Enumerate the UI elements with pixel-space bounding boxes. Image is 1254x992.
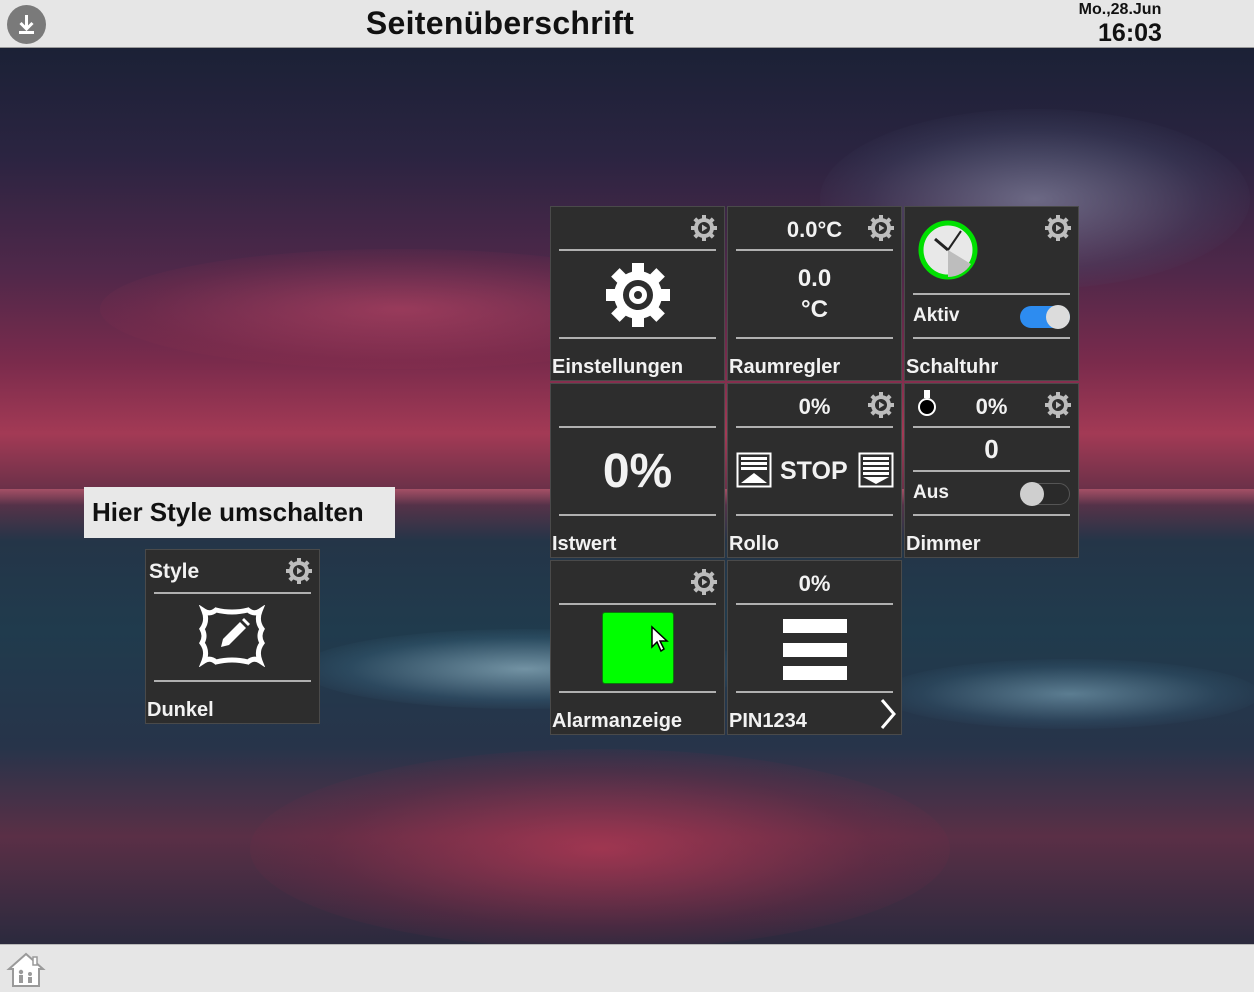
tile-einstellungen-label: Einstellungen bbox=[552, 356, 684, 378]
raumregler-value: 0.0 bbox=[797, 265, 832, 292]
schaltuhr-status: Aktiv bbox=[913, 305, 960, 326]
menu-icon bbox=[783, 619, 847, 680]
pin-top-value: 0% bbox=[798, 571, 831, 596]
mouse-cursor-icon bbox=[651, 625, 669, 653]
tile-alarmanzeige[interactable]: Alarmanzeige bbox=[550, 560, 725, 735]
footer-bar bbox=[0, 944, 1254, 992]
rollo-stop-button[interactable]: STOP bbox=[780, 457, 848, 486]
dimmer-status: Aus bbox=[913, 482, 949, 503]
gear-icon[interactable] bbox=[1043, 213, 1073, 243]
tile-alarmanzeige-label: Alarmanzeige bbox=[552, 710, 683, 732]
settings-cog-icon bbox=[606, 263, 670, 327]
dimmer-value: 0 bbox=[984, 434, 999, 464]
tile-style[interactable]: Style Dunkel bbox=[145, 549, 320, 724]
edit-frame-icon bbox=[198, 605, 266, 667]
tile-einstellungen[interactable]: Einstellungen bbox=[550, 206, 725, 381]
schaltuhr-toggle[interactable] bbox=[1020, 305, 1070, 329]
page-title: Seitenüberschrift bbox=[365, 5, 635, 41]
date-display: Mo.,28.Jun bbox=[1078, 1, 1162, 18]
clock-icon bbox=[918, 220, 978, 280]
chevron-right-icon[interactable] bbox=[879, 698, 897, 730]
tile-rollo-label: Rollo bbox=[729, 533, 779, 555]
tile-rollo[interactable]: 0% STOP Rollo bbox=[727, 383, 902, 558]
gear-icon[interactable] bbox=[866, 213, 896, 243]
tile-style-title: Style bbox=[149, 560, 200, 583]
home-button[interactable] bbox=[6, 951, 46, 989]
style-hint-label: Hier Style umschalten bbox=[84, 487, 395, 538]
dimmer-toggle[interactable] bbox=[1020, 482, 1070, 506]
tile-style-label: Dunkel bbox=[147, 699, 214, 721]
tile-pin[interactable]: 0% PIN1234 bbox=[727, 560, 902, 735]
gear-icon[interactable] bbox=[689, 567, 719, 597]
raumregler-unit: °C bbox=[801, 296, 828, 323]
tile-raumregler-label: Raumregler bbox=[729, 356, 841, 378]
gear-icon[interactable] bbox=[866, 390, 896, 420]
tile-raumregler[interactable]: 0.0°C 0.0 °C Raumregler bbox=[727, 206, 902, 381]
home-icon bbox=[6, 952, 46, 987]
istwert-value: 0% bbox=[602, 445, 673, 498]
tile-dimmer[interactable]: 0% 0 Aus Dimmer bbox=[904, 383, 1079, 558]
tile-dimmer-label: Dimmer bbox=[906, 533, 981, 555]
gear-icon[interactable] bbox=[689, 213, 719, 243]
gear-icon[interactable] bbox=[1043, 390, 1073, 420]
tile-pin-label: PIN1234 bbox=[729, 710, 807, 732]
tile-istwert[interactable]: 0% Istwert bbox=[550, 383, 725, 558]
time-display: 16:03 bbox=[1098, 19, 1162, 47]
gear-icon[interactable] bbox=[284, 556, 314, 586]
rollo-up-button[interactable] bbox=[736, 452, 772, 488]
tile-istwert-label: Istwert bbox=[552, 533, 617, 555]
tile-schaltuhr[interactable]: Aktiv Schaltuhr bbox=[904, 206, 1079, 381]
download-button[interactable] bbox=[7, 5, 46, 44]
tile-schaltuhr-label: Schaltuhr bbox=[906, 356, 999, 378]
rollo-down-button[interactable] bbox=[858, 452, 894, 488]
header-bar: Seitenüberschrift Mo.,28.Jun 16:03 bbox=[0, 0, 1254, 48]
download-icon bbox=[19, 15, 34, 34]
